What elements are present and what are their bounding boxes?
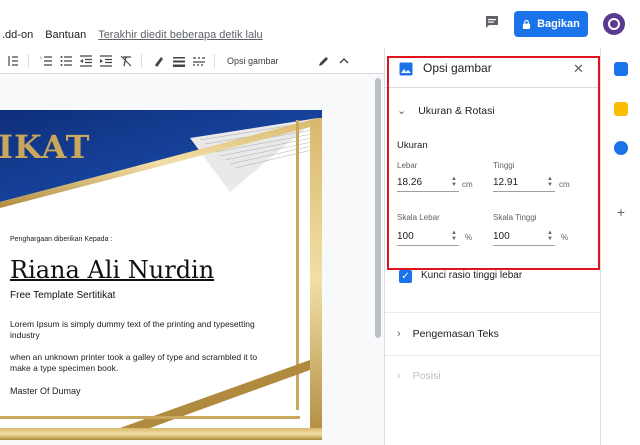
toolbar-divider (141, 53, 142, 68)
bulleted-list-icon[interactable] (59, 54, 73, 68)
comment-icon[interactable] (484, 14, 500, 30)
menu-addons[interactable]: .dd-on (2, 29, 33, 41)
lock-ratio-checkbox[interactable]: ✓ (399, 270, 412, 283)
edit-pencil-icon[interactable] (317, 54, 331, 68)
image-options-button[interactable]: Opsi gambar (227, 56, 279, 66)
given-to-text: Penghargaan diberikan Kepada : (10, 236, 113, 243)
clear-format-icon[interactable] (119, 54, 133, 68)
lock-icon (522, 19, 531, 29)
keep-icon[interactable] (614, 102, 628, 116)
document-canvas[interactable]: IKAT Penghargaan diberikan Kepada : Rian… (0, 74, 384, 445)
signer-text: Master Of Dumay (10, 386, 81, 396)
lock-ratio-label: Kunci rasio tinggi lebar (421, 270, 523, 281)
side-apps-rail: + (600, 48, 640, 445)
border-color-icon[interactable] (152, 54, 166, 68)
decrease-indent-icon[interactable] (79, 54, 93, 68)
chevron-right-icon: › (397, 370, 401, 382)
section-position-label: Posisi (412, 370, 441, 382)
body-paragraph-2: when an unknown printer took a galley of… (10, 352, 258, 373)
top-bar: .dd-on Bantuan Terakhir diedit beberapa … (0, 0, 640, 48)
line-spacing-icon[interactable] (6, 54, 20, 68)
section-text-wrap-label: Pengemasan Teks (412, 328, 499, 340)
add-icon[interactable]: + (614, 205, 628, 219)
numbered-list-icon[interactable]: 1 (39, 54, 53, 68)
recipient-name: Riana Ali Nurdin (10, 256, 215, 284)
certificate-title: IKAT (0, 128, 91, 166)
menu-help[interactable]: Bantuan (45, 29, 86, 41)
tasks-icon[interactable] (614, 141, 628, 155)
collapse-toolbar-icon[interactable] (337, 54, 351, 68)
border-weight-icon[interactable] (172, 54, 186, 68)
section-divider (385, 312, 601, 313)
svg-text:1: 1 (40, 56, 42, 60)
body-paragraph-1: Lorem Ipsum is simply dummy text of the … (10, 319, 255, 340)
section-text-wrap[interactable]: › Pengemasan Teks (397, 328, 499, 340)
increase-indent-icon[interactable] (99, 54, 113, 68)
section-divider (385, 355, 601, 356)
share-button[interactable]: Bagikan (514, 11, 588, 37)
scrollbar[interactable] (375, 78, 381, 338)
calendar-icon[interactable] (614, 62, 628, 76)
chevron-right-icon: › (397, 328, 401, 340)
toolbar-divider (28, 53, 29, 68)
toolbar-divider (214, 53, 215, 68)
last-edit-link[interactable]: Terakhir diedit beberapa detik lalu (98, 29, 263, 41)
formatting-toolbar: 1 Opsi gambar (0, 48, 384, 74)
certificate-subtitle: Free Template Sertitikat (10, 290, 116, 301)
border-dash-icon[interactable] (192, 54, 206, 68)
highlight-box (387, 56, 600, 270)
section-position[interactable]: › Posisi (397, 370, 441, 382)
share-label: Bagikan (537, 18, 580, 30)
certificate-page[interactable]: IKAT Penghargaan diberikan Kepada : Rian… (0, 110, 322, 440)
avatar[interactable] (603, 13, 625, 35)
menu-bar: .dd-on Bantuan Terakhir diedit beberapa … (2, 29, 263, 41)
